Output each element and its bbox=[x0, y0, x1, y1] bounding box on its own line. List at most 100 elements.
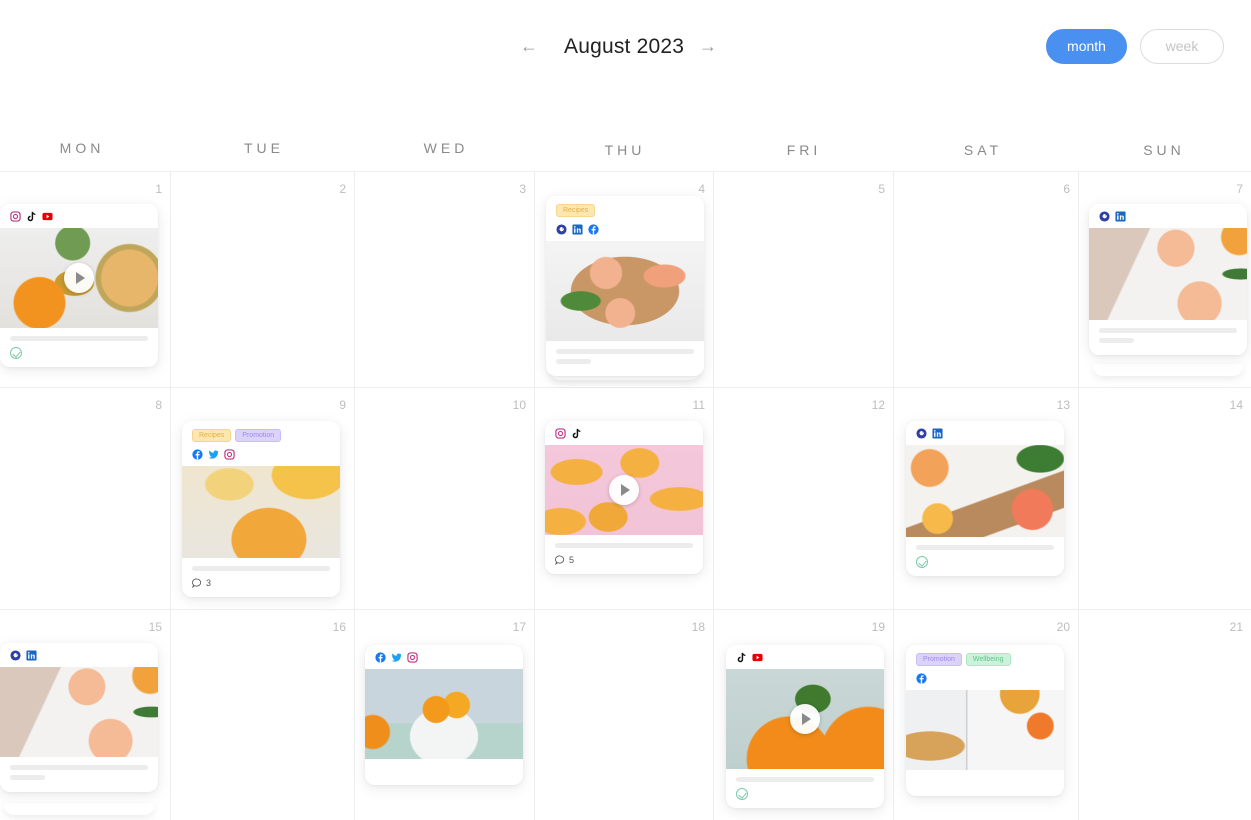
linkedin-icon bbox=[932, 427, 943, 439]
tiktok-icon bbox=[736, 652, 747, 663]
card-spacer bbox=[365, 759, 523, 785]
twitter-icon bbox=[391, 652, 402, 663]
tiktok-icon bbox=[571, 428, 582, 439]
comment-icon[interactable] bbox=[192, 578, 202, 589]
linkedin-icon bbox=[1115, 210, 1126, 222]
post-image[interactable] bbox=[545, 445, 703, 535]
tag-recipes[interactable]: Recipes bbox=[556, 204, 596, 217]
youtube-icon bbox=[42, 211, 53, 222]
day-cell[interactable] bbox=[170, 171, 354, 387]
next-month-button[interactable]: → bbox=[699, 36, 717, 57]
instagram-icon bbox=[224, 448, 235, 460]
social-network-icons bbox=[365, 645, 523, 669]
post-card[interactable]: Promotion Wellbeing bbox=[906, 645, 1064, 796]
month-title: August 2023 bbox=[564, 35, 685, 58]
day-number: 7 bbox=[1236, 182, 1243, 196]
weekday-header-mon: MON bbox=[59, 140, 105, 156]
card-stack-layer bbox=[1093, 364, 1243, 376]
day-cell[interactable] bbox=[713, 171, 893, 387]
social-network-icons bbox=[906, 666, 1064, 690]
comment-icon[interactable] bbox=[555, 555, 565, 566]
post-card[interactable] bbox=[1089, 204, 1247, 355]
day-number: 6 bbox=[1063, 182, 1070, 196]
post-footer: 5 bbox=[545, 548, 703, 574]
instagram-icon bbox=[555, 427, 566, 439]
weekday-header-tue: TUE bbox=[244, 140, 284, 156]
week-view-button[interactable]: week bbox=[1140, 29, 1224, 64]
day-cell[interactable] bbox=[170, 609, 354, 820]
post-card[interactable]: Recipes bbox=[546, 196, 704, 376]
post-image[interactable] bbox=[0, 228, 158, 328]
card-spacer bbox=[0, 780, 158, 792]
comment-count: 3 bbox=[206, 578, 212, 588]
card-spacer bbox=[906, 770, 1064, 796]
day-number: 18 bbox=[691, 620, 705, 634]
post-image[interactable] bbox=[906, 445, 1064, 537]
day-cell[interactable] bbox=[893, 171, 1078, 387]
day-cell[interactable] bbox=[354, 171, 534, 387]
day-number: 19 bbox=[871, 620, 885, 634]
play-icon[interactable] bbox=[790, 704, 820, 734]
tiktok-icon bbox=[26, 211, 37, 222]
day-cell[interactable] bbox=[1078, 609, 1251, 820]
caption-placeholder-line bbox=[1099, 328, 1237, 333]
post-image[interactable] bbox=[365, 669, 523, 759]
post-image[interactable] bbox=[906, 690, 1064, 770]
weekday-header-fri: FRI bbox=[786, 142, 822, 158]
month-view-button[interactable]: month bbox=[1046, 29, 1127, 64]
day-number: 12 bbox=[871, 398, 885, 412]
day-cell[interactable] bbox=[1078, 387, 1251, 609]
day-number: 10 bbox=[512, 398, 526, 412]
day-number: 8 bbox=[155, 398, 162, 412]
social-network-icons bbox=[1089, 204, 1247, 228]
caption-placeholder-line bbox=[10, 765, 148, 770]
post-image[interactable] bbox=[0, 667, 158, 757]
play-icon[interactable] bbox=[609, 475, 639, 505]
post-card[interactable]: Recipes Promotion 3 bbox=[182, 421, 340, 597]
tag-promotion[interactable]: Promotion bbox=[916, 653, 962, 666]
post-image[interactable] bbox=[1089, 228, 1247, 320]
post-tags: Recipes bbox=[546, 196, 704, 217]
play-icon[interactable] bbox=[64, 263, 94, 293]
post-card[interactable] bbox=[0, 204, 158, 367]
social-network-icons bbox=[546, 217, 704, 241]
post-card[interactable] bbox=[906, 421, 1064, 576]
post-card[interactable] bbox=[0, 643, 158, 792]
facebook-icon bbox=[192, 448, 203, 460]
caption-placeholder-line bbox=[556, 349, 694, 354]
day-cell[interactable] bbox=[354, 387, 534, 609]
day-cell[interactable] bbox=[534, 609, 713, 820]
post-footer bbox=[0, 341, 158, 367]
day-cell[interactable] bbox=[0, 387, 170, 609]
instagram-icon bbox=[10, 210, 21, 222]
day-number: 16 bbox=[332, 620, 346, 634]
day-number: 11 bbox=[692, 398, 705, 412]
social-network-icons bbox=[0, 204, 158, 228]
day-number: 9 bbox=[339, 398, 346, 412]
facebook-icon bbox=[375, 651, 386, 663]
google-icon bbox=[1099, 210, 1110, 222]
post-image[interactable] bbox=[546, 241, 704, 341]
day-number: 20 bbox=[1056, 620, 1070, 634]
weekday-header-sat: SAT bbox=[963, 142, 1003, 158]
day-number: 15 bbox=[148, 620, 162, 634]
tag-promotion[interactable]: Promotion bbox=[235, 429, 282, 442]
post-footer: 3 bbox=[182, 571, 340, 597]
twitter-icon bbox=[208, 449, 219, 460]
day-number: 17 bbox=[512, 620, 526, 634]
tag-wellbeing[interactable]: Wellbeing bbox=[965, 653, 1011, 666]
tag-recipes[interactable]: Recipes bbox=[192, 429, 232, 442]
day-cell[interactable] bbox=[713, 387, 893, 609]
post-image[interactable] bbox=[182, 466, 340, 558]
day-number: 13 bbox=[1056, 398, 1070, 412]
facebook-icon bbox=[588, 223, 599, 235]
prev-month-button[interactable]: ← bbox=[520, 36, 538, 57]
social-network-icons bbox=[182, 442, 340, 466]
post-tags: Recipes Promotion bbox=[182, 421, 340, 442]
social-network-icons bbox=[545, 421, 703, 445]
post-card[interactable] bbox=[365, 645, 523, 785]
post-image[interactable] bbox=[726, 669, 884, 769]
post-card[interactable]: 5 bbox=[545, 421, 703, 574]
post-footer bbox=[906, 550, 1064, 576]
post-card[interactable] bbox=[726, 645, 884, 808]
